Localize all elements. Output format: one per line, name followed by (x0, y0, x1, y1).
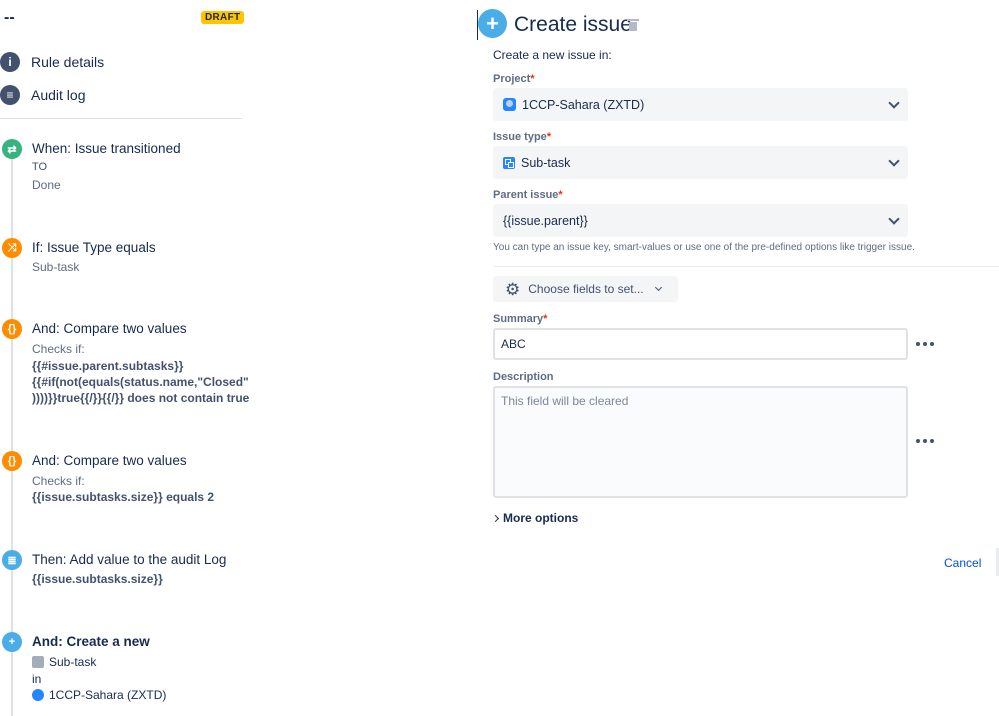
chevron-down-icon (888, 99, 900, 109)
step-condition-value: Sub-task (32, 260, 80, 274)
create-in-label: Create a new issue in: (493, 48, 612, 62)
project-icon (32, 689, 44, 701)
step-create-project-label: 1CCP-Sahara (ZXTD) (49, 688, 167, 702)
step-create-type: Sub-task (32, 655, 96, 669)
log-icon: ≣ (2, 550, 22, 570)
step-audit-title: Then: Add value to the audit Log (32, 552, 227, 567)
divider (493, 266, 999, 267)
step-audit[interactable]: ≣ Then: Add value to the audit Log {{iss… (0, 550, 250, 590)
step-create[interactable]: + And: Create a new Sub-task in 1CCP-Sah… (0, 632, 250, 712)
step-compare-2-line1: {{issue.subtasks.size}} equals 2 (32, 490, 215, 504)
step-compare-2[interactable]: {} And: Compare two values Checks if: {{… (0, 451, 250, 506)
issue-type-select[interactable]: Sub-task (493, 146, 908, 179)
step-compare-2-title: And: Compare two values (32, 453, 187, 468)
rule-outline-panel: -- DRAFT i Rule details ≡ Audit log ⇄ Wh… (0, 0, 250, 716)
parent-issue-select-value: {{issue.parent}} (503, 213, 588, 228)
step-create-in: in (32, 672, 42, 686)
parent-issue-select[interactable]: {{issue.parent}} (493, 204, 908, 237)
step-trigger-to-label: TO (32, 161, 48, 173)
divider (0, 118, 242, 119)
parent-issue-label-text: Parent issue (493, 189, 559, 201)
project-label: Project* (493, 73, 535, 85)
choose-fields-button[interactable]: ⚙ Choose fields to set... (493, 276, 678, 302)
nav-rule-details[interactable]: i Rule details (0, 52, 104, 72)
step-compare-1[interactable]: {} And: Compare two values Checks if: {{… (0, 319, 250, 409)
gear-icon: ⚙ (505, 279, 521, 299)
issue-type-select-value: Sub-task (521, 155, 571, 170)
description-more-icon[interactable] (916, 437, 934, 445)
more-options-toggle[interactable]: More options (493, 511, 578, 525)
subtask-icon (32, 656, 44, 668)
description-label: Description (493, 371, 554, 383)
project-select-value: 1CCP-Sahara (ZXTD) (522, 97, 645, 112)
step-compare-1-checks: Checks if: (32, 342, 85, 356)
project-label-text: Project (493, 73, 531, 85)
step-trigger-title: When: Issue transitioned (32, 141, 181, 156)
required-marker: * (530, 73, 535, 85)
chevron-down-icon (888, 215, 900, 225)
summary-more-icon[interactable] (916, 340, 934, 348)
step-trigger[interactable]: ⇄ When: Issue transitioned TO Done (0, 139, 250, 199)
list-icon: ≡ (0, 85, 20, 105)
plus-icon: + (2, 632, 22, 652)
step-condition[interactable]: ⤨ If: Issue Type equals Sub-task (0, 238, 250, 278)
required-marker: * (558, 189, 563, 201)
required-marker: * (546, 131, 552, 143)
rule-name[interactable]: -- (4, 9, 15, 27)
summary-label: Summary* (493, 313, 547, 325)
project-select[interactable]: 1CCP-Sahara (ZXTD) (493, 88, 908, 121)
step-compare-1-line1: {{#issue.parent.subtasks}} (32, 359, 184, 373)
summary-label-text: Summary (493, 313, 544, 325)
chevron-down-icon (654, 285, 664, 293)
nav-audit-log-label: Audit log (31, 87, 86, 103)
step-create-project: 1CCP-Sahara (ZXTD) (32, 688, 166, 702)
step-compare-2-checks: Checks if: (32, 474, 85, 488)
parent-issue-help: You can type an issue key, smart-values … (493, 242, 915, 253)
step-create-type-label: Sub-task (49, 655, 97, 669)
chevron-right-icon (493, 513, 501, 523)
step-compare-1-title: And: Compare two values (32, 321, 187, 336)
issue-type-label-text: Issue type (493, 131, 547, 143)
issue-type-label: Issue type* (493, 131, 551, 143)
choose-fields-label: Choose fields to set... (528, 282, 644, 296)
nav-audit-log[interactable]: ≡ Audit log (0, 85, 85, 105)
subtask-icon (503, 156, 515, 169)
plus-icon: + (478, 9, 507, 38)
chevron-down-icon (888, 157, 900, 167)
description-input[interactable] (493, 386, 908, 498)
project-icon (503, 98, 516, 111)
trash-icon[interactable] (627, 19, 639, 31)
cancel-button[interactable]: Cancel (944, 556, 981, 570)
step-audit-value: {{issue.subtasks.size}} (32, 572, 163, 586)
parent-issue-label: Parent issue* (493, 189, 563, 201)
braces-icon: {} (2, 319, 22, 339)
page-title: Create issue (514, 13, 632, 36)
info-icon: i (0, 52, 20, 72)
trigger-icon: ⇄ (2, 139, 22, 159)
required-marker: * (543, 313, 548, 325)
status-badge: DRAFT (201, 11, 245, 24)
braces-icon: {} (2, 451, 22, 471)
step-create-title: And: Create a new (32, 634, 150, 649)
step-condition-title: If: Issue Type equals (32, 240, 156, 255)
step-compare-1-line2: {{#if(not(equals(status.name,"Closed" (32, 375, 249, 389)
summary-input[interactable] (493, 328, 908, 360)
step-compare-1-line3: ))))}}true{{/}}{{/}} does not contain tr… (32, 391, 250, 405)
shuffle-icon: ⤨ (2, 238, 22, 258)
nav-rule-details-label: Rule details (31, 54, 105, 70)
more-options-label: More options (503, 511, 579, 525)
step-trigger-to-value: Done (32, 178, 61, 192)
